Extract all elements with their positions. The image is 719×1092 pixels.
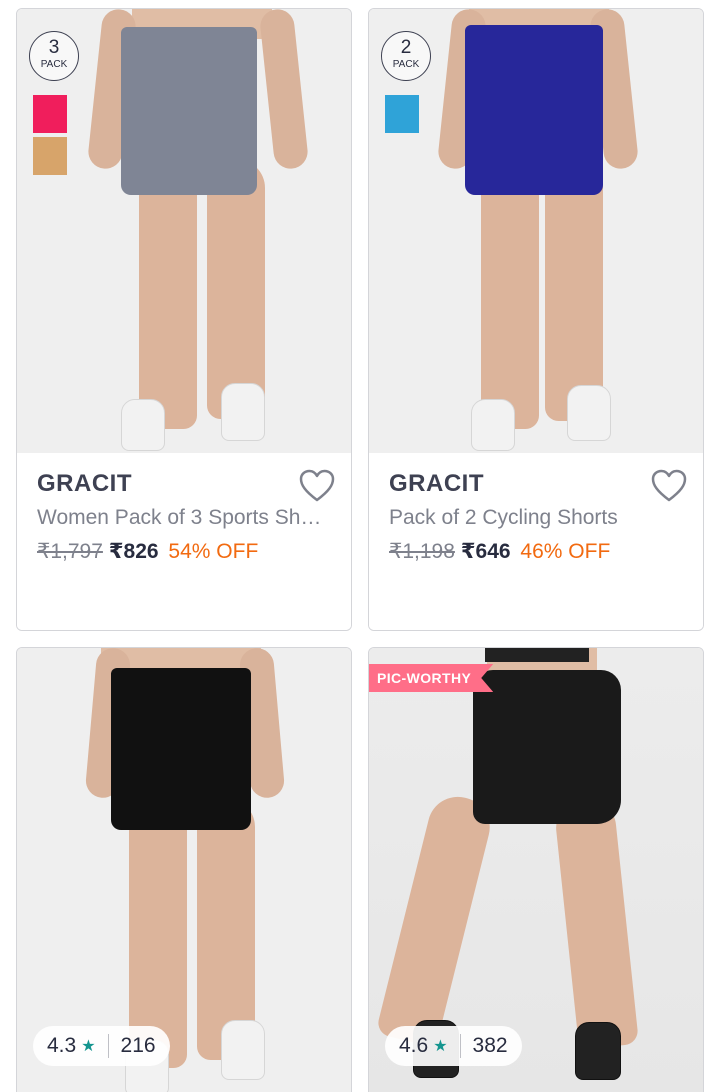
mrp-price: ₹1,198 — [389, 540, 455, 563]
star-icon: ★ — [433, 1038, 448, 1055]
product-shorts — [465, 25, 603, 195]
rating-count: 216 — [120, 1034, 156, 1057]
model-leg — [545, 159, 603, 421]
wishlist-heart-icon[interactable] — [299, 469, 335, 503]
selling-price: ₹826 — [108, 540, 159, 563]
product-info: GRACIT Women Pack of 3 Sports Shorts ₹1,… — [17, 453, 351, 630]
brand-name: GRACIT — [37, 470, 132, 497]
sneaker — [221, 1020, 265, 1080]
divider — [459, 1034, 461, 1058]
product-image[interactable]: PIC-WORTHY 4.6 ★ 382 — [369, 648, 703, 1092]
brand-name: GRACIT — [389, 470, 484, 497]
product-card[interactable]: 4.3 ★ 216 — [16, 647, 352, 1092]
price-row: ₹1,198 ₹646 46% OFF — [389, 537, 683, 567]
rating-count: 382 — [472, 1034, 508, 1057]
product-card[interactable]: 3 PACK GRACIT Women Pack of 3 Sports Sho… — [16, 8, 352, 631]
model-leg — [207, 159, 265, 419]
pack-label: PACK — [40, 59, 68, 70]
model-leg — [553, 794, 639, 1050]
selling-price: ₹646 — [460, 540, 511, 563]
product-image[interactable]: 4.3 ★ 216 — [17, 648, 351, 1092]
product-name: Women Pack of 3 Sports Shorts — [37, 506, 331, 529]
sneaker — [221, 383, 265, 441]
product-image[interactable]: 3 PACK — [17, 9, 351, 453]
model-leg — [481, 159, 539, 429]
sneaker — [575, 1022, 621, 1080]
pic-worthy-tag: PIC-WORTHY — [369, 664, 493, 692]
product-shorts — [111, 668, 251, 830]
color-swatch[interactable] — [33, 95, 67, 133]
product-card[interactable]: 2 PACK GRACIT Pack of 2 Cycling Shorts ₹… — [368, 8, 704, 631]
product-shorts — [121, 27, 257, 195]
sneaker — [567, 385, 611, 441]
wishlist-heart-icon[interactable] — [651, 469, 687, 503]
product-card[interactable]: PIC-WORTHY 4.6 ★ 382 — [368, 647, 704, 1092]
pack-count: 2 — [400, 37, 412, 58]
color-swatch[interactable] — [385, 95, 419, 133]
discount-label: 54% OFF — [168, 540, 259, 563]
rating-badge: 4.6 ★ 382 — [385, 1026, 522, 1066]
pack-badge: 2 PACK — [381, 31, 431, 81]
rating-score: 4.6 — [399, 1034, 429, 1057]
sports-bra — [485, 648, 589, 662]
sneaker — [121, 399, 165, 451]
product-shorts — [473, 670, 621, 824]
rating-score: 4.3 — [47, 1034, 77, 1057]
pack-badge: 3 PACK — [29, 31, 79, 81]
pack-count: 3 — [48, 37, 60, 58]
model-leg — [139, 159, 197, 429]
rating-badge: 4.3 ★ 216 — [33, 1026, 170, 1066]
model-arm — [258, 9, 310, 171]
discount-label: 46% OFF — [520, 540, 611, 563]
sneaker — [471, 399, 515, 451]
price-row: ₹1,797 ₹826 54% OFF — [37, 537, 331, 567]
product-image[interactable]: 2 PACK — [369, 9, 703, 453]
mrp-price: ₹1,797 — [37, 540, 103, 563]
divider — [107, 1034, 109, 1058]
pack-label: PACK — [392, 59, 420, 70]
star-icon: ★ — [81, 1038, 96, 1055]
product-name: Pack of 2 Cycling Shorts — [389, 506, 618, 529]
model-leg — [375, 790, 497, 1049]
color-swatch[interactable] — [33, 137, 67, 175]
product-info: GRACIT Pack of 2 Cycling Shorts ₹1,198 ₹6… — [369, 453, 703, 630]
